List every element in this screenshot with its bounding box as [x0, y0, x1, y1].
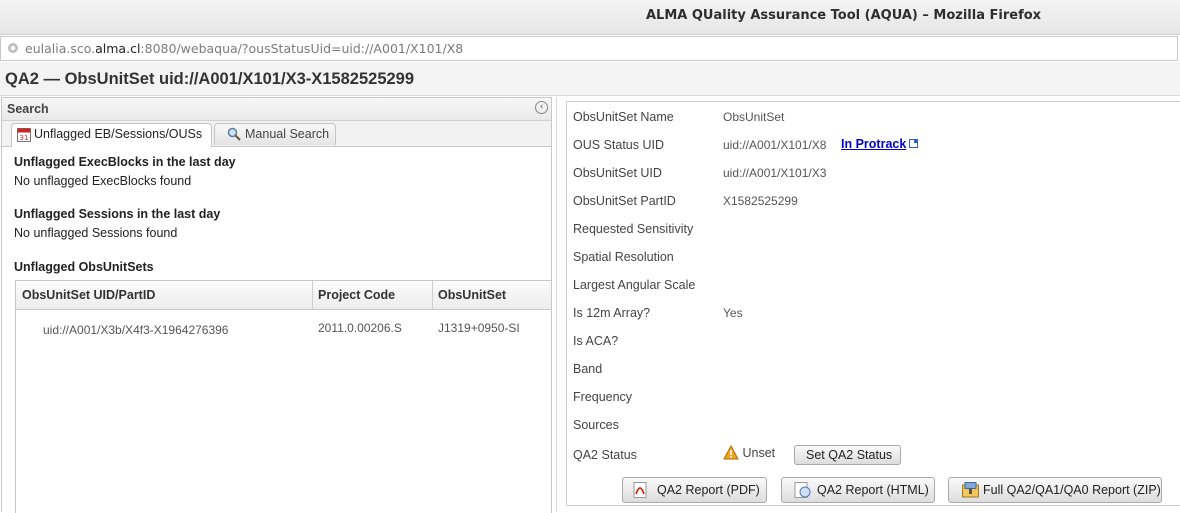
field-label-ous-uid: ObsUnitSet UID — [573, 166, 662, 180]
tab-manual-search-label: Manual Search — [245, 127, 330, 141]
set-qa2-status-label: Set QA2 Status — [806, 448, 893, 462]
field-value-name: ObsUnitSet — [723, 110, 785, 124]
field-value-ous-status-uid: uid://A001/X101/X8 — [723, 138, 827, 152]
collapse-panel-icon[interactable]: ‹ — [535, 101, 548, 114]
field-label-sensitivity: Requested Sensitivity — [573, 222, 694, 236]
window-title: ALMA QUality Assurance Tool (AQUA) – Moz… — [646, 8, 1042, 23]
qa2-report-html-label: QA2 Report (HTML) — [817, 483, 929, 497]
field-label-sources: Sources — [573, 418, 619, 432]
ous-table-header: ObsUnitSet UID/PartID Project Code ObsUn… — [16, 281, 551, 310]
field-label-aca: Is ACA? — [573, 334, 619, 348]
field-value-ous-uid: uid://A001/X101/X3 — [723, 166, 827, 180]
address-bar[interactable]: eulalia.sco.alma.cl:8080/webaqua/?ousSta… — [0, 36, 1178, 61]
panel-splitter[interactable] — [556, 97, 557, 512]
magnifier-icon — [227, 127, 241, 141]
qa2-report-pdf-label: QA2 Report (PDF) — [657, 483, 760, 497]
sessions-empty-text: No unflagged Sessions found — [14, 226, 178, 240]
page-header: QA2 — ObsUnitSet uid://A001/X101/X3-X158… — [0, 62, 1180, 96]
column-header-project-code[interactable]: Project Code — [318, 288, 395, 302]
page-title: QA2 — ObsUnitSet uid://A001/X101/X3-X158… — [5, 70, 415, 88]
execblocks-empty-text: No unflagged ExecBlocks found — [14, 174, 192, 188]
field-label-angular-scale: Largest Angular Scale — [573, 278, 696, 292]
details-panel: ObsUnitSet Name ObsUnitSet OUS Status UI… — [566, 101, 1180, 506]
search-panel-title: Search — [7, 102, 49, 116]
ous-heading: Unflagged ObsUnitSets — [14, 260, 154, 274]
column-separator — [312, 281, 313, 309]
search-tabs: 31 Unflagged EB/Sessions/OUSs Manual Sea… — [2, 121, 551, 147]
qa2-status-value: Unset — [723, 444, 776, 460]
svg-text:31: 31 — [20, 134, 29, 142]
column-header-uid[interactable]: ObsUnitSet UID/PartID — [22, 288, 155, 302]
ous-table: ObsUnitSet UID/PartID Project Code ObsUn… — [15, 280, 552, 513]
external-link-icon — [909, 139, 919, 148]
row-obsunitset: J1319+0950-SI — [438, 321, 520, 335]
field-label-qa2-status: QA2 Status — [573, 448, 637, 462]
search-panel: Search ‹ 31 Unflagged EB/Sessions/OUSs M… — [1, 97, 552, 513]
row-uid[interactable]: uid://A001/X3b/X4f3-X1964276396 — [43, 323, 228, 337]
qa2-report-html-button[interactable]: QA2 Report (HTML) — [781, 477, 935, 503]
qa2-status-text: Unset — [742, 446, 776, 460]
column-separator — [432, 281, 433, 309]
search-panel-header: Search ‹ — [2, 98, 551, 121]
html-document-icon — [794, 482, 811, 498]
field-label-frequency: Frequency — [573, 390, 633, 404]
address-url: eulalia.sco.alma.cl:8080/webaqua/?ousSta… — [25, 41, 464, 56]
tab-manual-search[interactable]: Manual Search — [214, 123, 336, 145]
field-label-spatial-resolution: Spatial Resolution — [573, 250, 674, 264]
full-report-zip-button[interactable]: Full QA2/QA1/QA0 Report (ZIP) — [948, 477, 1162, 503]
sessions-heading: Unflagged Sessions in the last day — [14, 207, 221, 221]
execblocks-heading: Unflagged ExecBlocks in the last day — [14, 155, 236, 169]
field-label-band: Band — [573, 362, 603, 376]
protrack-link[interactable]: In Protrack — [841, 137, 919, 151]
globe-icon — [8, 43, 18, 53]
field-value-12m-array: Yes — [723, 306, 743, 320]
field-label-partid: ObsUnitSet PartID — [573, 194, 676, 208]
field-label-name: ObsUnitSet Name — [573, 110, 674, 124]
full-report-zip-label: Full QA2/QA1/QA0 Report (ZIP) — [983, 483, 1161, 497]
field-label-ous-status-uid: OUS Status UID — [573, 138, 664, 152]
window-titlebar: ALMA QUality Assurance Tool (AQUA) – Moz… — [0, 0, 1180, 35]
calendar-icon: 31 — [17, 128, 31, 142]
pdf-icon — [633, 482, 647, 498]
warning-icon — [723, 444, 739, 460]
set-qa2-status-button[interactable]: Set QA2 Status — [794, 445, 901, 465]
column-header-obsunitset[interactable]: ObsUnitSet — [438, 288, 506, 302]
tab-unflagged-label: Unflagged EB/Sessions/OUSs — [34, 127, 203, 141]
tab-unflagged[interactable]: 31 Unflagged EB/Sessions/OUSs — [11, 123, 212, 147]
row-project-code: 2011.0.00206.S — [318, 321, 402, 335]
qa2-report-pdf-button[interactable]: QA2 Report (PDF) — [622, 477, 767, 503]
field-label-12m-array: Is 12m Array? — [573, 306, 651, 320]
field-value-partid: X1582525299 — [723, 194, 798, 208]
zip-archive-icon — [962, 482, 979, 498]
